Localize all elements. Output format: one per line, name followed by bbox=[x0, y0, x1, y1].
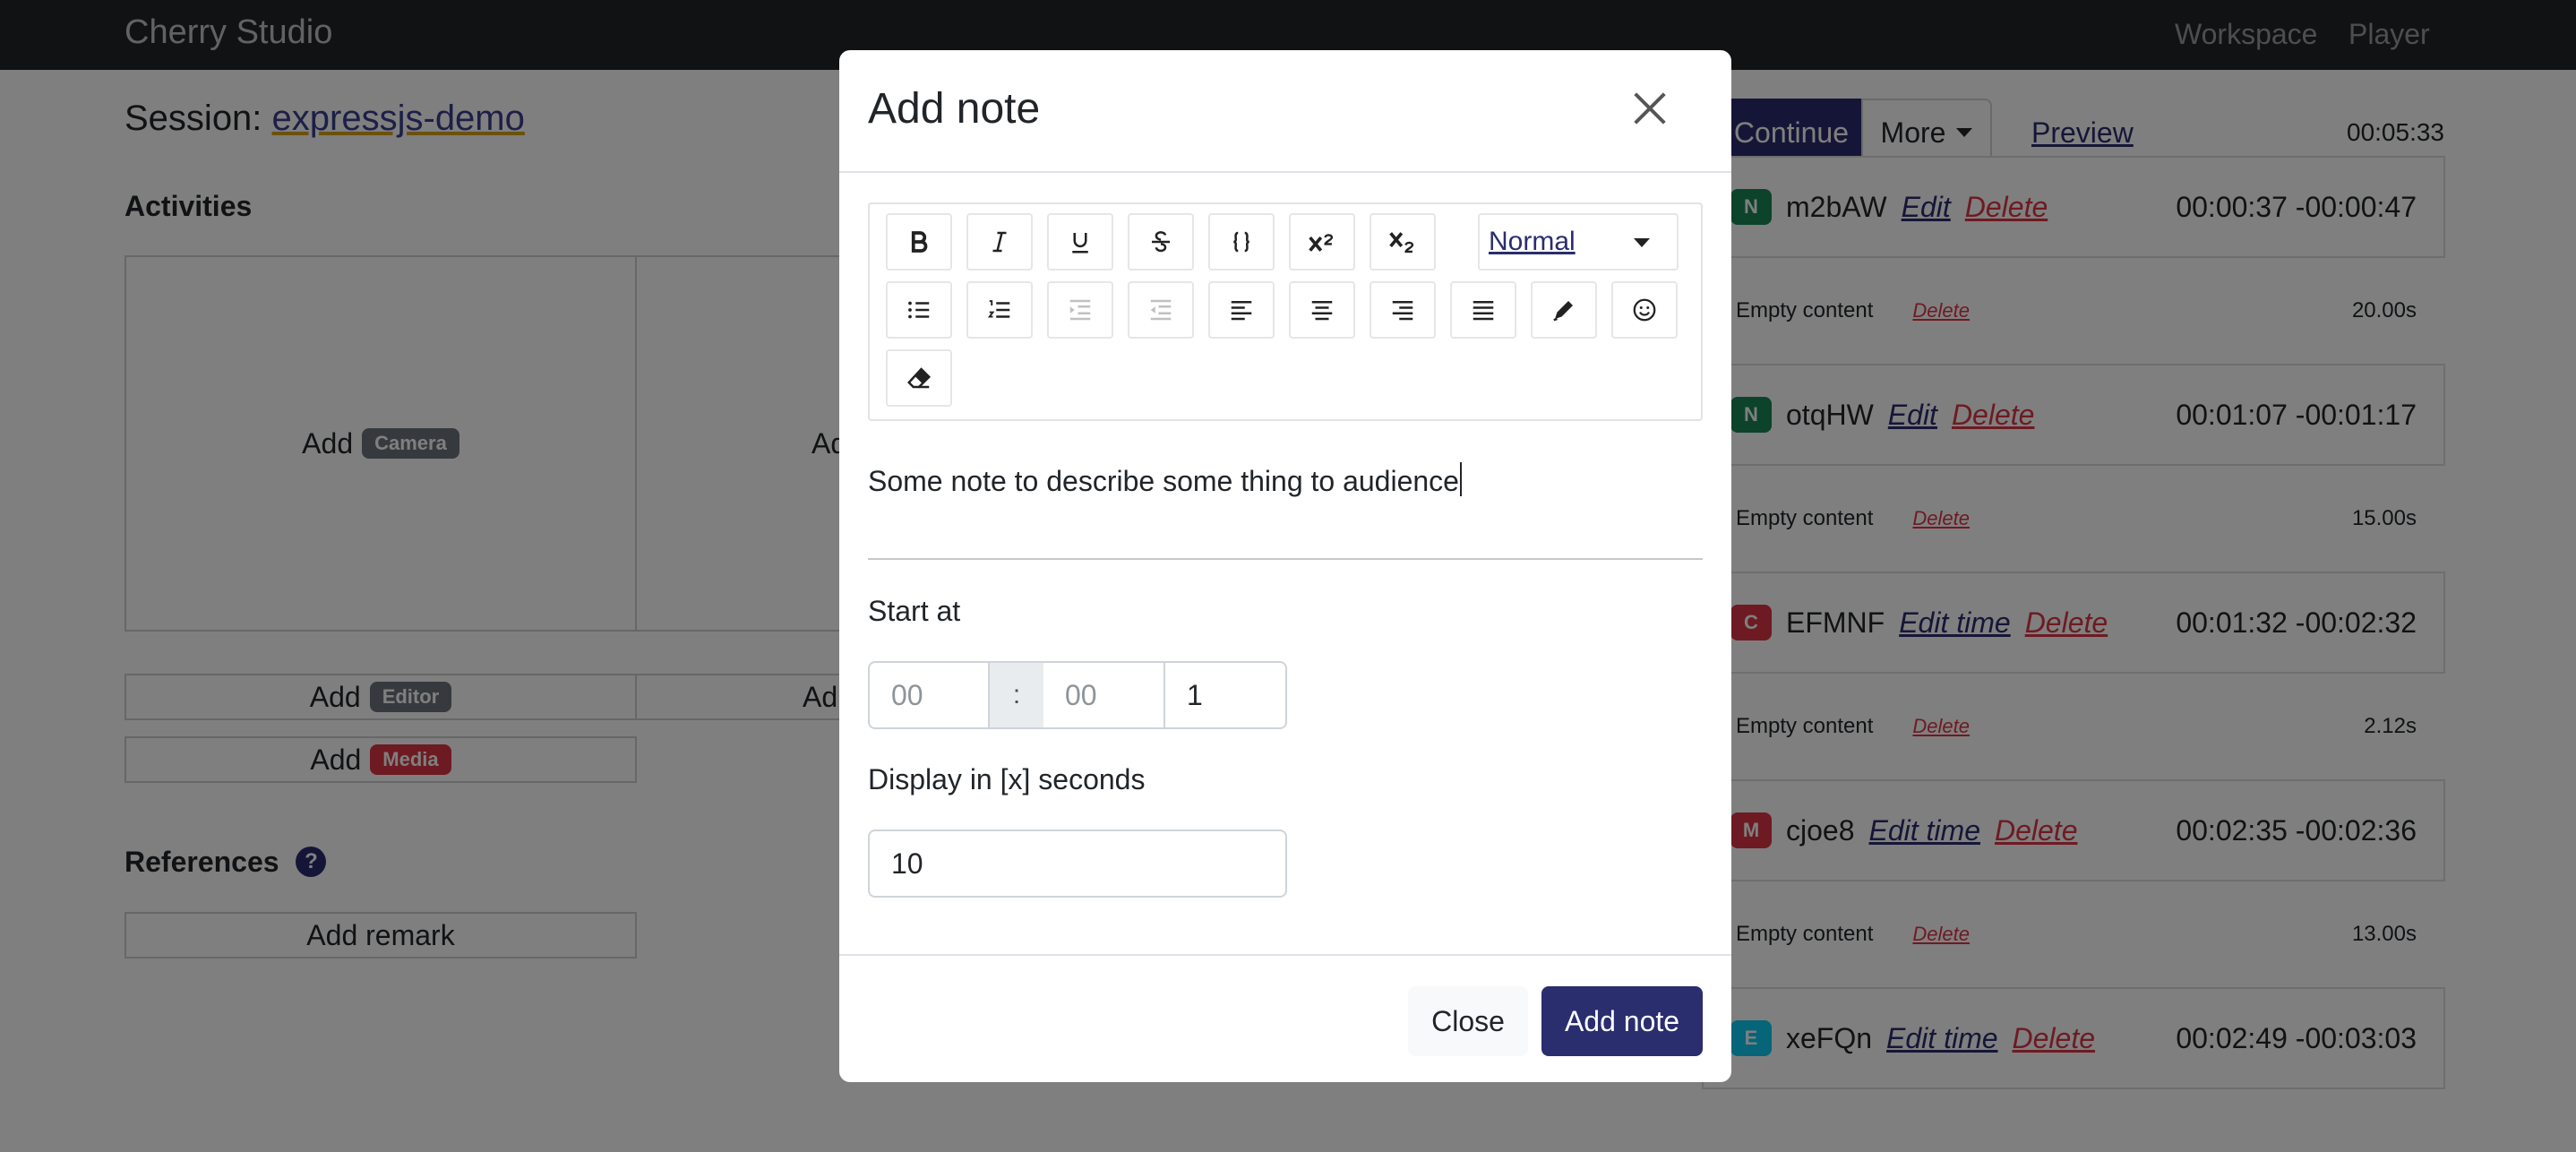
underline-button[interactable] bbox=[1047, 213, 1113, 271]
strikethrough-button[interactable] bbox=[1128, 213, 1194, 271]
text-cursor bbox=[1459, 462, 1462, 496]
indent-icon bbox=[1069, 299, 1091, 321]
subscript-button[interactable] bbox=[1370, 213, 1436, 271]
align-left-button[interactable] bbox=[1208, 281, 1275, 339]
modal-footer: Close Add note bbox=[839, 954, 1731, 1082]
superscript-icon bbox=[1309, 234, 1334, 252]
time-separator: : bbox=[990, 661, 1043, 729]
superscript-button[interactable] bbox=[1289, 213, 1355, 271]
display-seconds-label: Display in [x] seconds bbox=[868, 763, 1146, 795]
note-editor[interactable]: Some note to describe some thing to audi… bbox=[868, 462, 1462, 498]
header-select[interactable]: Normal bbox=[1478, 213, 1679, 271]
smiley-icon bbox=[1633, 298, 1656, 322]
strikethrough-icon bbox=[1152, 231, 1170, 253]
caret-down-icon bbox=[1634, 238, 1650, 247]
note-text: Some note to describe some thing to audi… bbox=[868, 465, 1459, 497]
italic-button[interactable] bbox=[966, 213, 1033, 271]
close-icon[interactable] bbox=[1627, 86, 1672, 131]
code-block-button[interactable] bbox=[1208, 213, 1275, 271]
bold-button[interactable] bbox=[886, 213, 952, 271]
align-right-button[interactable] bbox=[1370, 281, 1436, 339]
indent-button[interactable] bbox=[1047, 281, 1113, 339]
clear-format-button[interactable] bbox=[886, 349, 952, 407]
align-justify-button[interactable] bbox=[1450, 281, 1516, 339]
add-note-modal: Add note Normal Some note to describe so… bbox=[839, 50, 1731, 1082]
outdent-icon bbox=[1150, 299, 1172, 321]
start-minutes-input[interactable]: 00 bbox=[868, 661, 990, 729]
eraser-icon bbox=[907, 367, 932, 389]
align-center-button[interactable] bbox=[1289, 281, 1355, 339]
align-left-icon bbox=[1231, 301, 1252, 321]
header-select-label: Normal bbox=[1489, 227, 1576, 256]
display-seconds-input[interactable]: 10 bbox=[868, 830, 1287, 898]
start-seconds-input[interactable]: 00 bbox=[1043, 661, 1165, 729]
editor-toolbar: Normal bbox=[868, 202, 1703, 421]
close-button[interactable]: Close bbox=[1408, 986, 1528, 1056]
ordered-list-icon bbox=[987, 300, 1010, 318]
bullet-list-button[interactable] bbox=[886, 281, 952, 339]
pen-icon bbox=[1553, 301, 1573, 322]
emoji-button[interactable] bbox=[1611, 281, 1678, 339]
text-color-button[interactable] bbox=[1531, 281, 1597, 339]
modal-header: Add note bbox=[839, 50, 1731, 173]
bold-icon bbox=[911, 231, 928, 253]
align-justify-icon bbox=[1473, 301, 1494, 321]
align-center-icon bbox=[1311, 301, 1333, 321]
align-right-icon bbox=[1392, 301, 1413, 321]
modal-title: Add note bbox=[868, 85, 1041, 133]
editor-divider bbox=[868, 558, 1703, 560]
start-at-label: Start at bbox=[868, 595, 961, 627]
outdent-button[interactable] bbox=[1128, 281, 1194, 339]
code-braces-icon bbox=[1233, 231, 1249, 253]
italic-icon bbox=[992, 231, 1007, 253]
subscript-icon bbox=[1389, 232, 1414, 254]
start-frame-input[interactable]: 1 bbox=[1165, 661, 1287, 729]
bullet-list-icon bbox=[908, 301, 930, 319]
add-note-button[interactable]: Add note bbox=[1541, 986, 1703, 1056]
ordered-list-button[interactable] bbox=[966, 281, 1033, 339]
start-at-input-group: 00 : 00 1 bbox=[868, 661, 1287, 729]
underline-icon bbox=[1072, 233, 1088, 254]
